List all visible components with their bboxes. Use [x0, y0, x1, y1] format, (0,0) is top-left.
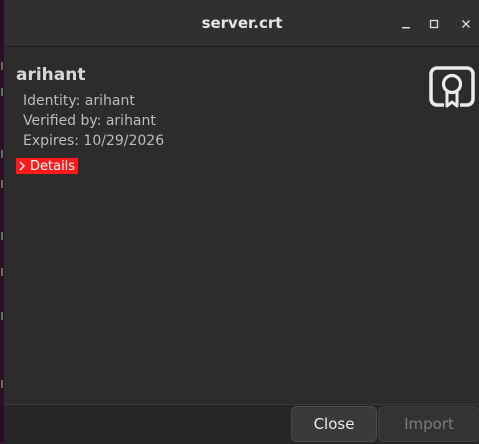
close-window-button[interactable] [455, 13, 477, 35]
details-expander[interactable]: Details [16, 158, 79, 174]
certificate-icon [429, 66, 475, 111]
verified-by-text: Verified by: arihant [23, 113, 156, 129]
maximize-icon [429, 19, 439, 29]
close-icon [462, 20, 470, 28]
certificate-summary: arihant Identity: arihant Verified by: a… [4, 47, 479, 404]
certificate-viewer-window: server.crt arihant Identity: arihant Ver… [3, 0, 479, 444]
import-button[interactable]: Import [378, 406, 479, 442]
maximize-button[interactable] [423, 13, 445, 35]
chevron-right-icon [19, 161, 25, 171]
minimize-button[interactable] [395, 13, 417, 35]
expires-text: Expires: 10/29/2026 [23, 133, 165, 149]
dialog-footer: Close Import [4, 404, 479, 444]
details-label: Details [30, 158, 76, 174]
titlebar[interactable]: server.crt [4, 0, 479, 47]
close-button[interactable]: Close [291, 406, 377, 442]
certificate-name: arihant [16, 65, 86, 85]
identity-text: Identity: arihant [23, 93, 135, 109]
minimize-icon [402, 27, 410, 29]
